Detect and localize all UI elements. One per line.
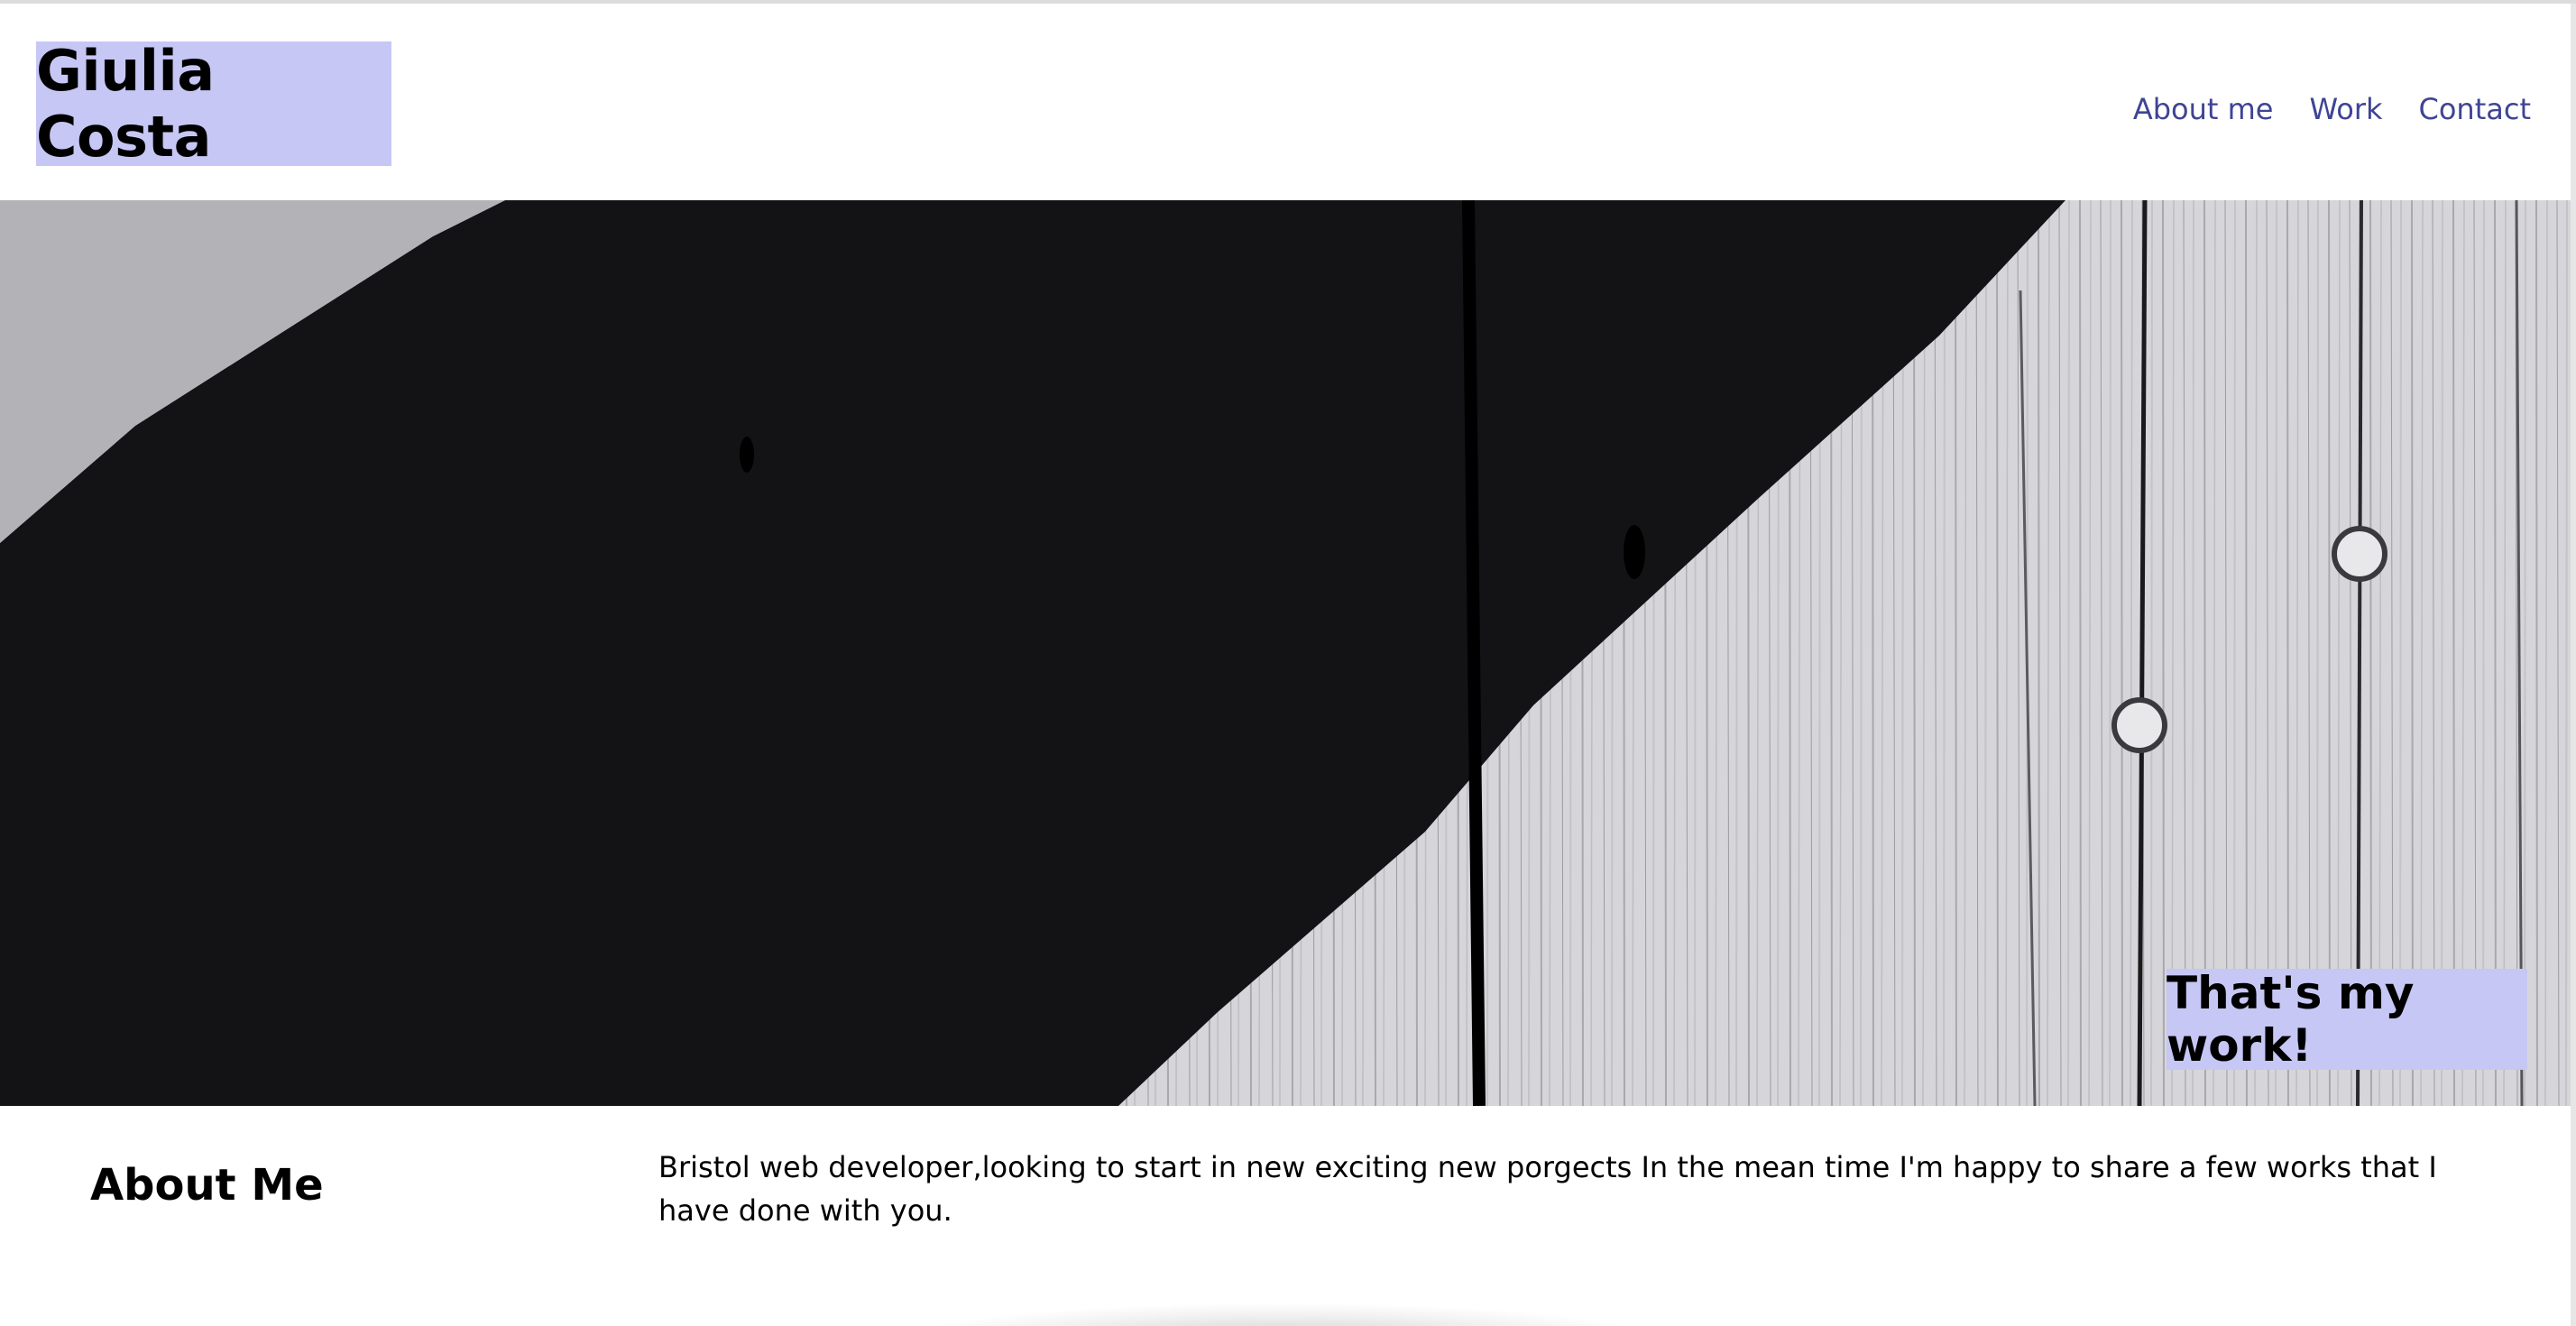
window-edge bbox=[2571, 4, 2576, 1326]
nav-link-about-me[interactable]: About me bbox=[2133, 92, 2274, 126]
cta-label: That's my work! bbox=[2167, 967, 2415, 1072]
nav-link-work[interactable]: Work bbox=[2309, 92, 2382, 126]
about-section: About Me Bristol web developer,looking t… bbox=[0, 1106, 2571, 1326]
main-nav: About me Work Contact bbox=[2133, 92, 2531, 126]
cta-work-button[interactable]: That's my work! bbox=[2167, 967, 2527, 1072]
site-logo[interactable]: Giulia Costa bbox=[36, 38, 391, 170]
about-text: Bristol web developer,looking to start i… bbox=[658, 1150, 2437, 1228]
browser-viewport: Giulia Costa About me Work Contact That'… bbox=[0, 0, 2576, 1326]
site-header: Giulia Costa About me Work Contact bbox=[0, 4, 2571, 200]
hero-banner: That's my work! bbox=[0, 200, 2571, 1106]
about-heading: About Me bbox=[90, 1160, 324, 1211]
site-title: Giulia Costa bbox=[36, 38, 215, 170]
nav-link-contact[interactable]: Contact bbox=[2419, 92, 2532, 126]
